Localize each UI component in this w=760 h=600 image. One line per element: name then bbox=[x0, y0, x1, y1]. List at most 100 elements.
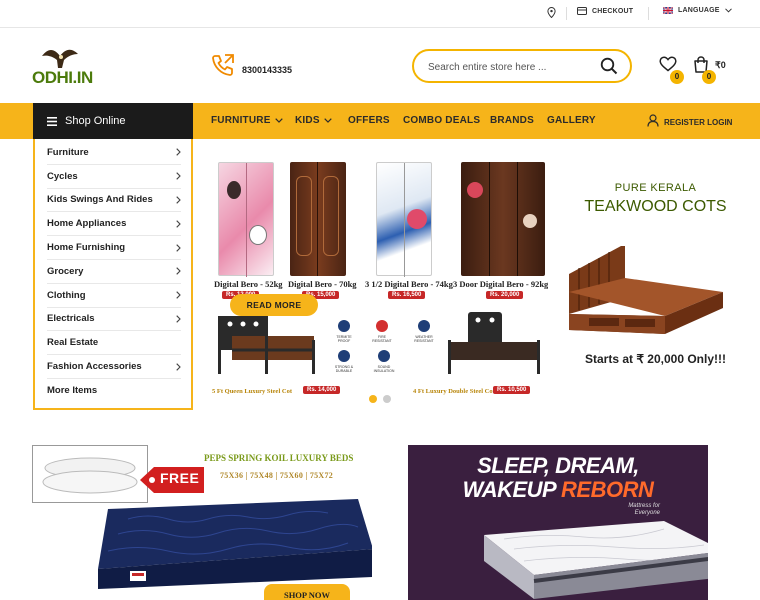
store-locator-link[interactable] bbox=[547, 7, 556, 18]
product-image-wardrobe bbox=[376, 162, 432, 277]
teakwood-cot-image bbox=[569, 246, 723, 334]
hamburger-menu-icon bbox=[47, 116, 57, 126]
slider-dot[interactable] bbox=[383, 395, 391, 403]
sleep-dream-banner[interactable]: SLEEP, DREAM, WAKEUP REBORN Mattress for… bbox=[408, 445, 708, 600]
language-selector[interactable]: LANGUAGE bbox=[663, 7, 732, 14]
category-label: Kids Swings And Rides bbox=[47, 194, 153, 206]
category-label: Fashion Accessories bbox=[47, 361, 142, 373]
chevron-down-icon bbox=[274, 118, 283, 123]
category-item-electricals[interactable]: Electricals bbox=[47, 308, 181, 332]
nav-item-label: OFFERS bbox=[348, 115, 390, 126]
chevron-right-icon bbox=[176, 243, 181, 252]
search-input[interactable] bbox=[428, 59, 588, 75]
price-tag: Rs. 10,500 bbox=[493, 386, 531, 394]
category-item-home-furnishing[interactable]: Home Furnishing bbox=[47, 236, 181, 260]
category-label: Electricals bbox=[47, 313, 95, 325]
feature-label: TERMITE PROOF bbox=[336, 335, 352, 343]
banner-title: PEPS SPRING KOIL LUXURY BEDS bbox=[204, 453, 354, 463]
chevron-right-icon bbox=[176, 172, 181, 180]
product-caption: Digital Bero - 70kg bbox=[288, 279, 357, 289]
category-item-more-items[interactable]: More Items bbox=[47, 379, 181, 403]
category-item-kids-swings[interactable]: Kids Swings And Rides bbox=[47, 189, 181, 213]
phone-call-icon bbox=[212, 54, 234, 76]
category-item-clothing[interactable]: Clothing bbox=[47, 284, 181, 308]
product-image-wardrobe bbox=[218, 162, 274, 277]
nav-item-combo-deals[interactable]: COMBO DEALS bbox=[403, 115, 480, 126]
language-label: LANGUAGE bbox=[678, 7, 720, 14]
category-label: Clothing bbox=[47, 289, 86, 301]
nav-item-kids[interactable]: KIDS bbox=[295, 115, 332, 126]
phone-number: 8300143335 bbox=[242, 65, 293, 75]
chevron-right-icon bbox=[176, 362, 181, 371]
nav-item-label: GALLERY bbox=[547, 115, 596, 126]
price-tag: Rs. 16,500 bbox=[388, 291, 426, 299]
category-item-cycles[interactable]: Cycles bbox=[47, 165, 181, 189]
nav-item-furniture[interactable]: FURNITURE bbox=[211, 115, 283, 126]
user-icon bbox=[647, 114, 659, 127]
cart-total: ₹0 bbox=[715, 60, 726, 70]
search-box bbox=[412, 49, 632, 83]
nav-item-gallery[interactable]: GALLERY bbox=[547, 115, 596, 126]
uk-flag-icon bbox=[663, 7, 673, 14]
mattress-image bbox=[484, 521, 708, 599]
chevron-right-icon bbox=[176, 291, 181, 299]
chevron-right-icon bbox=[176, 148, 181, 157]
banner-sizes: 75X36 | 75X48 | 75X60 | 75X72 bbox=[220, 471, 334, 480]
promo-line-2: TEAKWOOD COTS bbox=[584, 198, 727, 215]
main-nav: Shop Online FURNITURE KIDS OFFERS COMBO … bbox=[0, 103, 760, 139]
steel-cot-image bbox=[448, 312, 540, 374]
cot-caption: 4 Ft Luxury Double Steel Cot bbox=[413, 388, 495, 395]
hero-slider[interactable]: Digital Bero - 52kg Digital Bero - 70kg … bbox=[208, 158, 548, 404]
teakwood-cots-promo[interactable]: PURE KERALA TEAKWOOD COTS Starts at ₹ 20… bbox=[563, 170, 748, 400]
category-item-fashion-accessories[interactable]: Fashion Accessories bbox=[47, 355, 181, 379]
shop-now-button[interactable]: SHOP NOW bbox=[264, 584, 350, 600]
product-caption: 3 1/2 Digital Bero - 74kg bbox=[365, 279, 453, 289]
price-tag: Rs. 14,000 bbox=[303, 386, 341, 394]
shop-online-label: Shop Online bbox=[65, 115, 126, 127]
location-pin-icon bbox=[547, 7, 556, 18]
register-login-label: REGISTER LOGIN bbox=[664, 118, 733, 127]
nav-item-offers[interactable]: OFFERS bbox=[348, 115, 390, 126]
sound-insulation-icon bbox=[378, 350, 390, 362]
category-item-furniture[interactable]: Furniture bbox=[47, 141, 181, 165]
register-login-link[interactable]: REGISTER LOGIN bbox=[647, 114, 732, 127]
category-item-grocery[interactable]: Grocery bbox=[47, 260, 181, 284]
feature-label: FIRE RESISTANT bbox=[372, 335, 392, 343]
free-label: FREE bbox=[160, 470, 200, 486]
bird-logo-icon bbox=[42, 49, 78, 68]
feature-label: STRONG & DURABLE bbox=[334, 365, 354, 373]
search-button[interactable] bbox=[600, 57, 618, 80]
topbar-divider bbox=[648, 7, 649, 20]
cot-caption: 5 Ft Queen Luxury Steel Cot bbox=[212, 388, 292, 395]
shop-online-toggle[interactable]: Shop Online bbox=[33, 103, 193, 139]
category-item-home-appliances[interactable]: Home Appliances bbox=[47, 212, 181, 237]
phone-contact[interactable]: 8300143335 bbox=[210, 52, 292, 78]
category-label: Home Appliances bbox=[47, 218, 127, 230]
fire-resistant-icon bbox=[376, 320, 388, 332]
checkout-link[interactable]: CHECKOUT bbox=[577, 7, 633, 15]
category-label: Furniture bbox=[47, 146, 89, 158]
steel-cot-image bbox=[218, 316, 315, 374]
chevron-right-icon bbox=[176, 196, 181, 204]
chevron-down-icon bbox=[724, 8, 732, 13]
category-label: Grocery bbox=[47, 265, 84, 277]
search-icon bbox=[600, 57, 618, 75]
chevron-right-icon bbox=[176, 267, 181, 276]
checkout-label: CHECKOUT bbox=[592, 7, 634, 15]
nav-item-label: KIDS bbox=[295, 115, 320, 126]
category-label: Home Furnishing bbox=[47, 242, 126, 254]
peps-beds-banner[interactable]: FREE PEPS SPRING KOIL LUXURY BEDS 75X36 … bbox=[32, 445, 372, 600]
mattress-image bbox=[98, 499, 372, 589]
slider-dot-active[interactable] bbox=[369, 395, 377, 403]
card-icon bbox=[577, 7, 587, 15]
category-item-real-estate[interactable]: Real Estate bbox=[47, 331, 181, 356]
nav-item-label: BRANDS bbox=[490, 115, 534, 126]
chevron-down-icon bbox=[323, 118, 332, 123]
site-logo[interactable]: ODHI.IN bbox=[32, 46, 94, 88]
nav-item-brands[interactable]: BRANDS bbox=[490, 115, 534, 126]
weather-resistant-icon bbox=[418, 320, 430, 332]
nav-item-label: FURNITURE bbox=[211, 115, 271, 126]
headline-word: WAKEUP bbox=[462, 477, 556, 502]
chevron-right-icon bbox=[176, 315, 181, 323]
banner-headline-1: SLEEP, DREAM, bbox=[477, 453, 639, 478]
